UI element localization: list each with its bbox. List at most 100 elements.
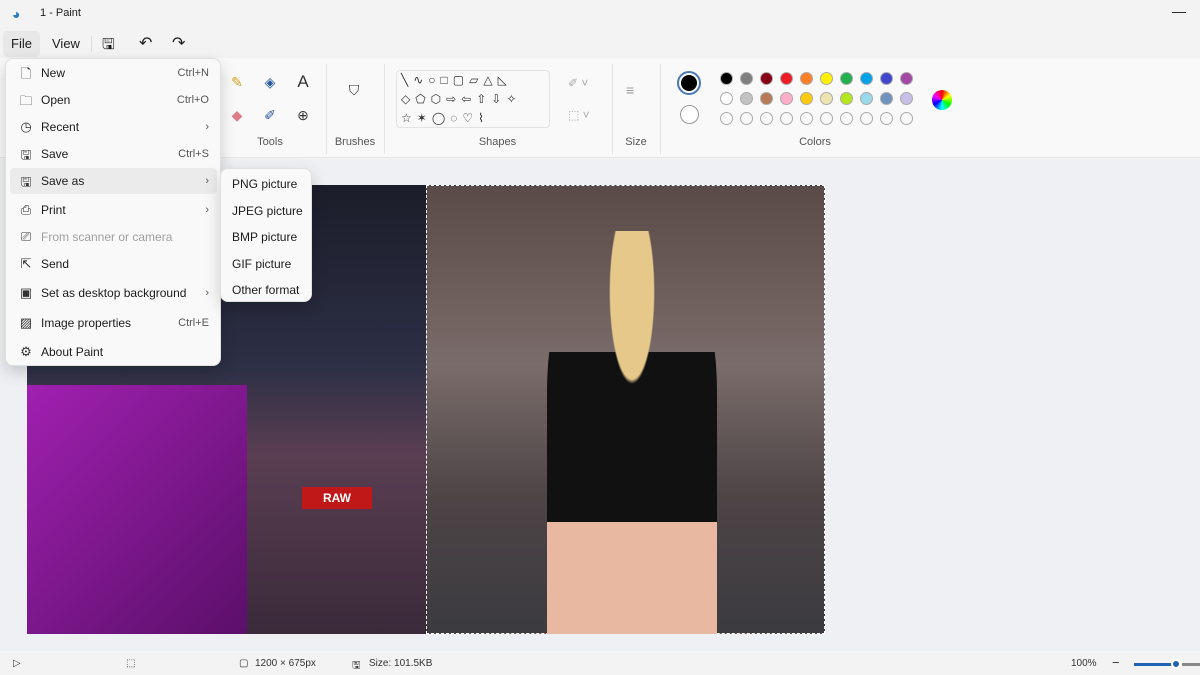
title-bar: ◕ 1 - Paint — <box>0 0 1200 28</box>
secondary-color[interactable] <box>680 105 699 124</box>
primary-color[interactable] <box>677 71 701 95</box>
menu-item-label: Recent <box>41 120 80 134</box>
file-menu-item[interactable]: 🖫 Save as › <box>10 168 217 194</box>
file-menu-item[interactable]: ⎙ Print › <box>10 197 217 223</box>
color-swatch[interactable] <box>740 112 753 125</box>
color-swatch[interactable] <box>820 112 833 125</box>
color-swatch[interactable] <box>720 112 733 125</box>
color-swatch[interactable] <box>880 92 893 105</box>
color-swatch[interactable] <box>760 92 773 105</box>
save-as-icon: 🖫 <box>20 174 32 189</box>
menu-item-label: About Paint <box>41 345 104 359</box>
color-swatch[interactable] <box>820 72 833 85</box>
divider <box>91 36 92 52</box>
desktop-icon: ▣ <box>19 285 33 300</box>
color-swatch[interactable] <box>780 72 793 85</box>
canvas-size-icon: ▢ <box>239 658 249 669</box>
color-swatch[interactable] <box>800 92 813 105</box>
outline-icon[interactable]: ✐ ˅ <box>568 76 588 90</box>
magnifier-icon[interactable]: ⊕ <box>293 107 313 124</box>
image-selection[interactable] <box>426 185 825 634</box>
color-swatch[interactable] <box>880 112 893 125</box>
pointer-icon: ▷ <box>13 658 21 669</box>
new-file-icon: 🗋 <box>20 66 32 81</box>
menu-item-label: Image properties <box>41 316 132 330</box>
color-swatch[interactable] <box>780 92 793 105</box>
color-swatch[interactable] <box>840 112 853 125</box>
menu-item-label: Save <box>41 147 69 161</box>
fill-shape-icon[interactable]: ⬚ ˅ <box>568 108 590 122</box>
fill-icon[interactable]: ◈ <box>260 74 280 91</box>
save-as-item[interactable]: Other format <box>232 283 299 297</box>
file-size-icon: 🖫 <box>352 660 361 671</box>
status-bar: ▷ ⬚ ▢ 1200 × 675px 🖫 Size: 101.5KB 100% … <box>0 652 1200 675</box>
color-swatch[interactable] <box>900 112 913 125</box>
save-as-item[interactable]: GIF picture <box>232 257 291 271</box>
file-menu-item[interactable]: ▨ Image properties Ctrl+E <box>10 310 217 336</box>
eraser-icon[interactable]: ◆ <box>227 107 247 124</box>
file-menu-item[interactable]: ◷ Recent › <box>10 114 217 140</box>
color-swatch[interactable] <box>740 72 753 85</box>
raw-banner: RAW <box>302 487 372 509</box>
paint-logo-icon: ◕ <box>12 6 21 22</box>
save-as-item[interactable]: PNG picture <box>232 177 297 191</box>
file-menu-item[interactable]: ▣ Set as desktop background › <box>10 280 217 306</box>
tools-label: Tools <box>257 136 283 148</box>
color-swatch[interactable] <box>900 72 913 85</box>
color-swatch[interactable] <box>860 72 873 85</box>
save-icon: 🖫 <box>20 147 32 162</box>
color-swatch[interactable] <box>840 72 853 85</box>
color-swatch[interactable] <box>720 92 733 105</box>
color-swatch[interactable] <box>880 72 893 85</box>
menu-view[interactable]: View <box>44 31 88 57</box>
menu-item-label: Send <box>41 257 70 271</box>
color-swatch[interactable] <box>800 72 813 85</box>
save-icon[interactable]: 🖫 <box>102 34 115 59</box>
menu-item-label: Open <box>41 93 71 107</box>
file-menu-item[interactable]: 🗋 New Ctrl+N <box>10 60 217 86</box>
menu-file[interactable]: File <box>3 31 40 57</box>
color-swatch[interactable] <box>760 112 773 125</box>
shapes-gallery[interactable]: ╲∿○□▢▱△◺ ◇⬠⬡⇨⇦⇧⇩✧ ☆✶◯◌♡⌇ <box>396 70 550 128</box>
brush-icon[interactable]: ⛉ <box>344 82 364 99</box>
pencil-icon[interactable]: ✎ <box>227 74 247 91</box>
canvas-dimensions: 1200 × 675px <box>255 658 316 669</box>
color-swatch[interactable] <box>780 112 793 125</box>
color-swatch[interactable] <box>820 92 833 105</box>
primary-color-swatch <box>681 75 697 91</box>
file-size: Size: 101.5KB <box>369 658 433 669</box>
file-menu-item[interactable]: ⇱ Send <box>10 251 217 277</box>
minimize-button[interactable]: — <box>1172 3 1186 19</box>
undo-icon[interactable]: ↶ <box>139 33 152 53</box>
color-swatch[interactable] <box>860 92 873 105</box>
color-picker-icon[interactable]: ✐ <box>260 107 280 124</box>
brushes-label: Brushes <box>334 136 376 148</box>
zoom-out-button[interactable]: − <box>1112 655 1120 670</box>
color-swatch[interactable] <box>720 72 733 85</box>
color-swatch[interactable] <box>900 92 913 105</box>
file-menu-item[interactable]: 🗀 Open Ctrl+O <box>10 87 217 113</box>
menu-item-shortcut: › <box>205 121 209 133</box>
edit-colors-icon[interactable] <box>932 90 952 110</box>
color-swatch[interactable] <box>840 92 853 105</box>
size-icon[interactable]: ≡ <box>626 82 634 98</box>
menu-item-shortcut: Ctrl+N <box>177 67 209 79</box>
divider <box>384 64 385 154</box>
save-as-item[interactable]: BMP picture <box>232 230 297 244</box>
redo-icon[interactable]: ↷ <box>172 33 185 53</box>
image-properties-icon: ▨ <box>19 315 33 330</box>
text-icon[interactable]: A <box>293 72 313 92</box>
file-menu-item[interactable]: ⚙ About Paint <box>10 339 217 365</box>
divider <box>326 64 327 154</box>
color-swatch[interactable] <box>760 72 773 85</box>
save-as-item[interactable]: JPEG picture <box>232 204 303 218</box>
save-as-submenu: PNG picture JPEG picture BMP picture GIF pi… <box>220 168 312 302</box>
menu-item-label: New <box>41 66 66 80</box>
colors-label: Colors <box>799 136 831 148</box>
color-swatch[interactable] <box>800 112 813 125</box>
color-swatch[interactable] <box>740 92 753 105</box>
zoom-slider-thumb[interactable] <box>1171 659 1181 669</box>
color-swatch[interactable] <box>860 112 873 125</box>
menu-bar: File View 🖫 ↶ ↷ <box>0 28 1200 58</box>
file-menu-item[interactable]: 🖫 Save Ctrl+S <box>10 141 217 167</box>
